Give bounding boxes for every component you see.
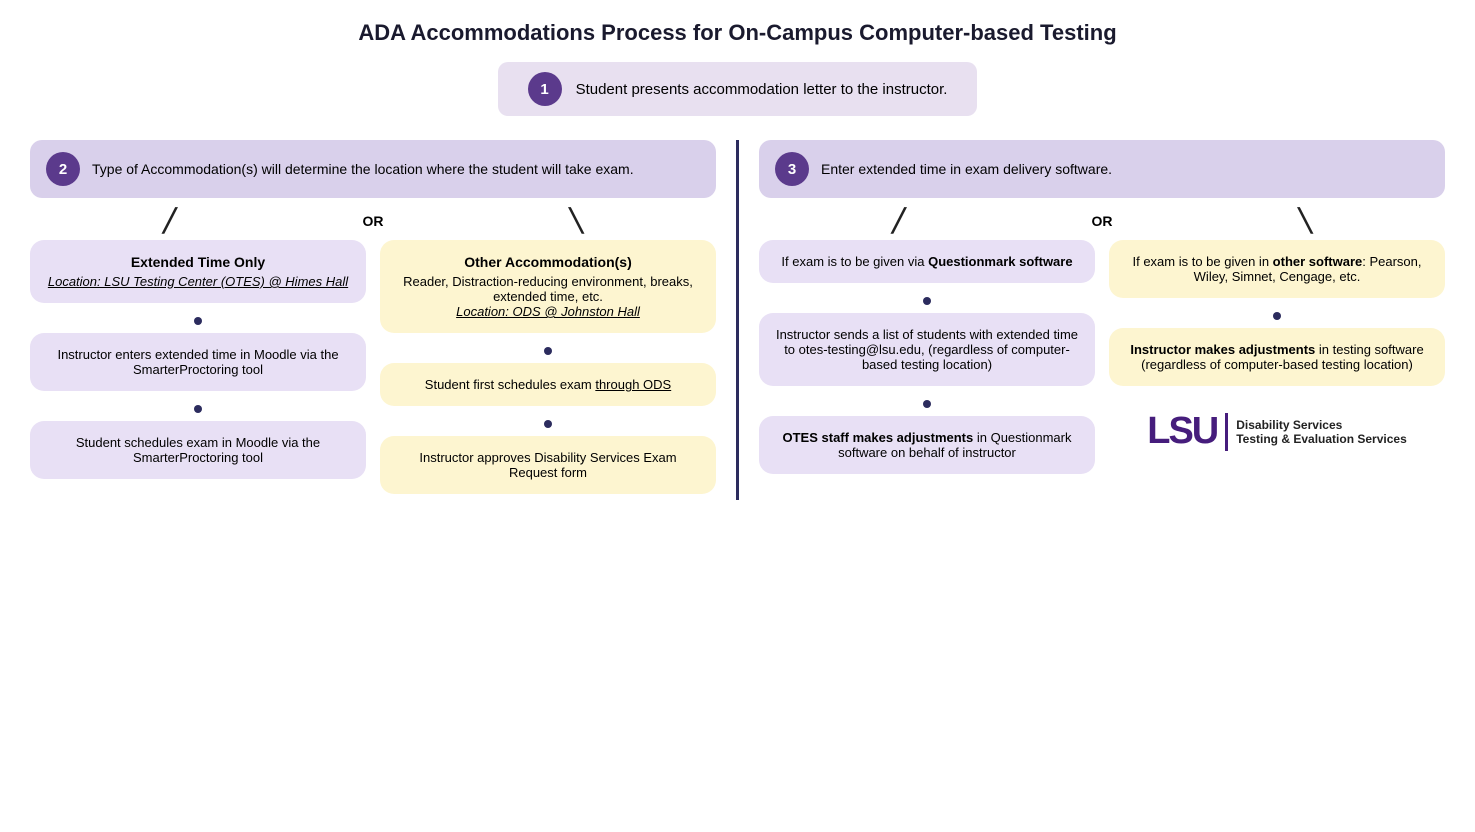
step2-badge: 2 (46, 152, 80, 186)
dot3a (923, 297, 931, 305)
left-col2-card3-text: Instructor approves Disability Services … (419, 450, 676, 480)
right-col1-card3: OTES staff makes adjustments in Question… (759, 416, 1095, 474)
step2-text: Type of Accommodation(s) will determine … (92, 161, 634, 177)
right-subcol2: If exam is to be given in other software… (1109, 240, 1445, 480)
left-col1-card3: Student schedules exam in Moodle via the… (30, 421, 366, 479)
main-cols: 2 Type of Accommodation(s) will determin… (30, 140, 1445, 500)
lsu-description: Disability Services Testing & Evaluation… (1236, 418, 1407, 446)
right-slash-right: ╲ (1299, 208, 1312, 234)
step1-box: 1 Student presents accommodation letter … (498, 62, 978, 116)
connector2a (544, 343, 552, 359)
left-col2-card2: Student first schedules exam through ODS (380, 363, 716, 406)
left-col2-title: Other Accommodation(s) (396, 254, 700, 270)
connector2b (544, 416, 552, 432)
right-col2-card1: If exam is to be given in other software… (1109, 240, 1445, 298)
right-subcol1: If exam is to be given via Questionmark … (759, 240, 1095, 480)
left-col2-subtitle: Reader, Distraction-reducing environment… (396, 274, 700, 304)
left-col2-location: Location: ODS @ Johnston Hall (396, 304, 700, 319)
left-col2-card1: Other Accommodation(s) Reader, Distracti… (380, 240, 716, 333)
connector3a (923, 293, 931, 309)
right-or-label: OR (1091, 213, 1112, 229)
lsu-logo-area: LSU Disability Services Testing & Evalua… (1147, 410, 1407, 453)
dot4a (1273, 312, 1281, 320)
connector4a (1273, 308, 1281, 324)
left-col1-card1: Extended Time Only Location: LSU Testing… (30, 240, 366, 303)
lsu-line2: Testing & Evaluation Services (1236, 432, 1407, 446)
right-slash-left: ╱ (892, 208, 905, 234)
otes-bold: OTES staff makes adjustments (783, 430, 974, 445)
left-col: 2 Type of Accommodation(s) will determin… (30, 140, 739, 500)
left-subcol1: Extended Time Only Location: LSU Testing… (30, 240, 366, 500)
step3-badge: 3 (775, 152, 809, 186)
lsu-logo-text: LSU (1147, 410, 1217, 453)
lsu-line1: Disability Services (1236, 418, 1407, 432)
step1-row: 1 Student presents accommodation letter … (30, 62, 1445, 116)
right-sub-cols: If exam is to be given via Questionmark … (759, 240, 1445, 480)
step3-text: Enter extended time in exam delivery sof… (821, 161, 1112, 177)
step2-box: 2 Type of Accommodation(s) will determin… (30, 140, 716, 198)
right-or-row: ╱ OR ╲ (759, 208, 1445, 234)
left-or-row: ╱ OR ╲ (30, 208, 716, 234)
step1-text: Student presents accommodation letter to… (576, 81, 948, 98)
step3-box: 3 Enter extended time in exam delivery s… (759, 140, 1445, 198)
through-ods-link: through ODS (595, 377, 671, 392)
dot1a (194, 317, 202, 325)
left-col2-card3: Instructor approves Disability Services … (380, 436, 716, 494)
connector1a (194, 313, 202, 329)
dot2a (544, 347, 552, 355)
dot3b (923, 400, 931, 408)
right-col: 3 Enter extended time in exam delivery s… (739, 140, 1445, 500)
left-col1-card2: Instructor enters extended time in Moodl… (30, 333, 366, 391)
left-col1-card3-text: Student schedules exam in Moodle via the… (76, 435, 320, 465)
lsu-divider (1225, 413, 1228, 451)
left-slash-right: ╲ (570, 208, 583, 234)
right-col2-card2-text: Instructor makes adjustments in testing … (1130, 342, 1423, 372)
right-col1-card1: If exam is to be given via Questionmark … (759, 240, 1095, 283)
connector1b (194, 401, 202, 417)
left-col1-card2-text: Instructor enters extended time in Moodl… (57, 347, 338, 377)
step1-badge: 1 (528, 72, 562, 106)
left-col2-card2-text: Student first schedules exam through ODS (425, 377, 671, 392)
dot1b (194, 405, 202, 413)
right-col2-card2: Instructor makes adjustments in testing … (1109, 328, 1445, 386)
left-or-label: OR (362, 213, 383, 229)
right-col1-card3-text: OTES staff makes adjustments in Question… (783, 430, 1072, 460)
left-sub-cols: Extended Time Only Location: LSU Testing… (30, 240, 716, 500)
right-col1-card1-text: If exam is to be given via Questionmark … (781, 254, 1072, 269)
right-col2-card1-text: If exam is to be given in other software… (1132, 254, 1421, 284)
right-col1-card2-text: Instructor sends a list of students with… (776, 327, 1078, 372)
dot2b (544, 420, 552, 428)
connector3b (923, 396, 931, 412)
page-title: ADA Accommodations Process for On-Campus… (30, 20, 1445, 46)
left-subcol2: Other Accommodation(s) Reader, Distracti… (380, 240, 716, 500)
right-col1-card2: Instructor sends a list of students with… (759, 313, 1095, 386)
left-col1-location: Location: LSU Testing Center (OTES) @ Hi… (46, 274, 350, 289)
left-slash-left: ╱ (163, 208, 176, 234)
left-col1-title: Extended Time Only (46, 254, 350, 270)
